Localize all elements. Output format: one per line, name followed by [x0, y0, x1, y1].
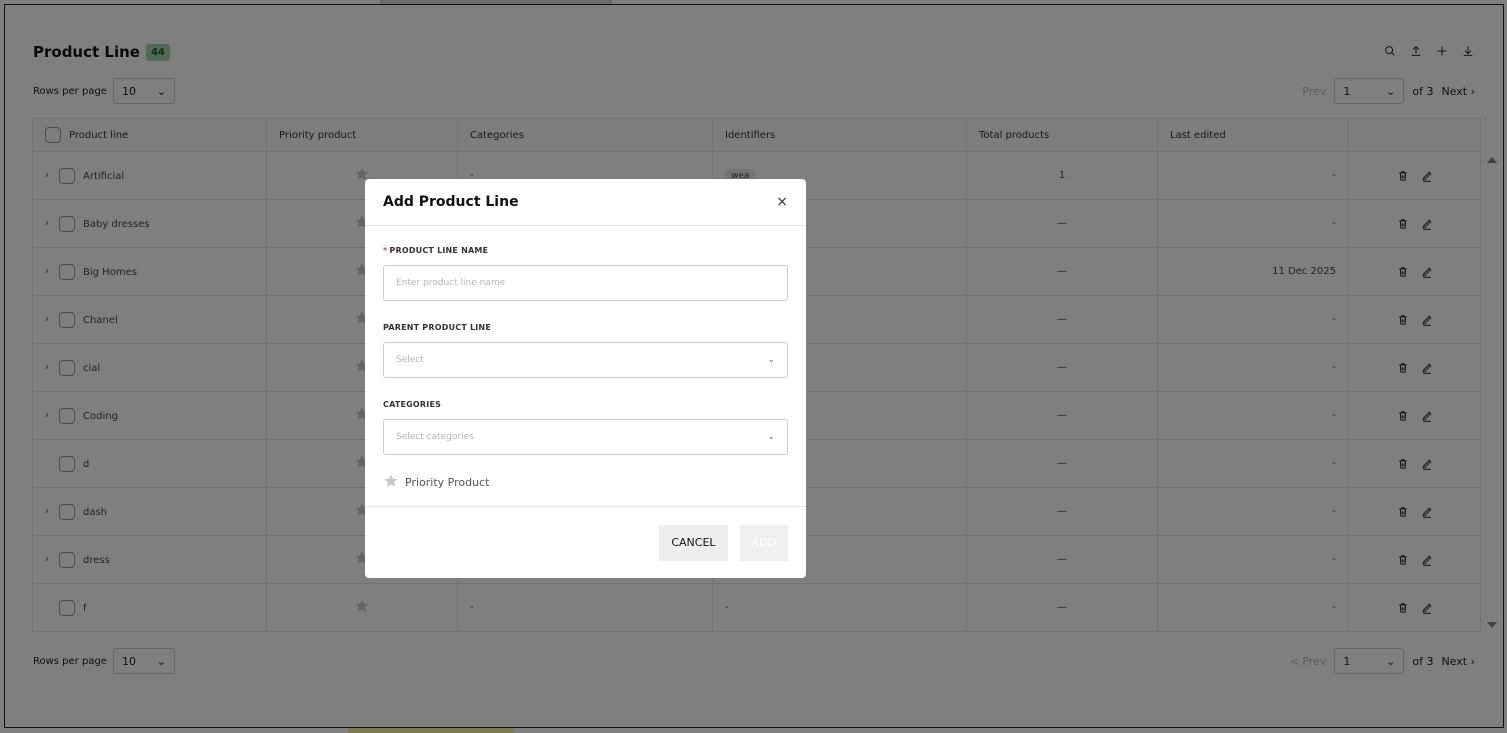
dialog-header: Add Product Line ×	[365, 179, 806, 226]
chevron-down-icon: ⌄	[767, 355, 775, 365]
required-asterisk: *	[383, 246, 388, 255]
categories-select[interactable]: Select categories ⌄	[383, 419, 788, 455]
label-text: PRODUCT LINE NAME	[389, 246, 489, 255]
product-line-name-group: * PRODUCT LINE NAME Enter product line na…	[383, 246, 788, 301]
cancel-button[interactable]: CANCEL	[659, 524, 728, 561]
parent-product-line-select[interactable]: Select ⌄	[383, 342, 788, 378]
select-placeholder: Select categories	[396, 432, 474, 442]
star-icon	[383, 473, 399, 492]
parent-product-line-group: PARENT PRODUCT LINE Select ⌄	[383, 323, 788, 378]
add-button[interactable]: ADD	[739, 524, 788, 561]
dialog-title: Add Product Line	[383, 194, 519, 210]
dialog-footer: CANCEL ADD	[365, 506, 806, 578]
categories-group: CATEGORIES Select categories ⌄	[383, 400, 788, 455]
add-product-line-dialog: Add Product Line × * PRODUCT LINE NAME En…	[365, 179, 806, 578]
priority-product-toggle[interactable]: Priority Product	[383, 473, 788, 492]
product-line-name-label: * PRODUCT LINE NAME	[383, 246, 788, 255]
chevron-down-icon: ⌄	[767, 432, 775, 442]
input-placeholder: Enter product line name	[396, 278, 506, 288]
product-line-name-input[interactable]: Enter product line name	[383, 265, 788, 301]
dialog-body: * PRODUCT LINE NAME Enter product line na…	[365, 226, 806, 492]
select-placeholder: Select	[396, 355, 424, 365]
categories-label: CATEGORIES	[383, 400, 442, 409]
close-icon[interactable]: ×	[776, 194, 788, 210]
parent-product-line-label: PARENT PRODUCT LINE	[383, 323, 491, 332]
priority-product-label: Priority Product	[405, 476, 490, 489]
